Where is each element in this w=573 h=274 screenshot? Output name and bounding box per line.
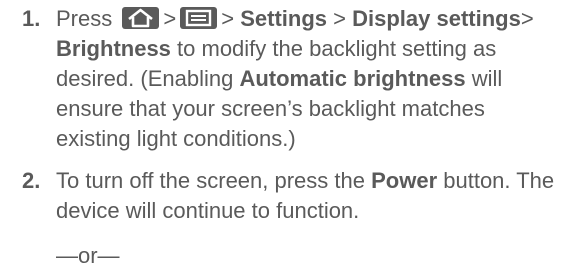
settings-label: Settings [240,6,328,31]
separator: > [333,6,346,31]
step-2: 2. To turn off the screen, press the Pow… [0,166,573,226]
automatic-brightness-label: Automatic brightness [239,66,466,91]
step-number: 2. [22,168,41,193]
step-text: To turn off the screen, press the Power … [56,166,561,226]
menu-key-icon [180,7,218,29]
separator: > [520,6,534,31]
step-1: 1. Press > > Settings > Display settings… [0,4,573,154]
display-settings-label: Display settings [352,6,521,31]
brightness-label: Brightness [56,36,171,61]
separator: > [163,6,177,31]
step-text-a: To turn off the screen, press the [56,168,372,193]
step-text: Press > > Settings > Display settings> B… [56,4,561,154]
press-label: Press [56,6,113,31]
or-separator: —or— [56,243,120,268]
step-number: 1. [22,6,41,31]
separator: > [221,6,235,31]
home-key-icon [122,7,160,29]
power-label: Power [371,168,438,193]
